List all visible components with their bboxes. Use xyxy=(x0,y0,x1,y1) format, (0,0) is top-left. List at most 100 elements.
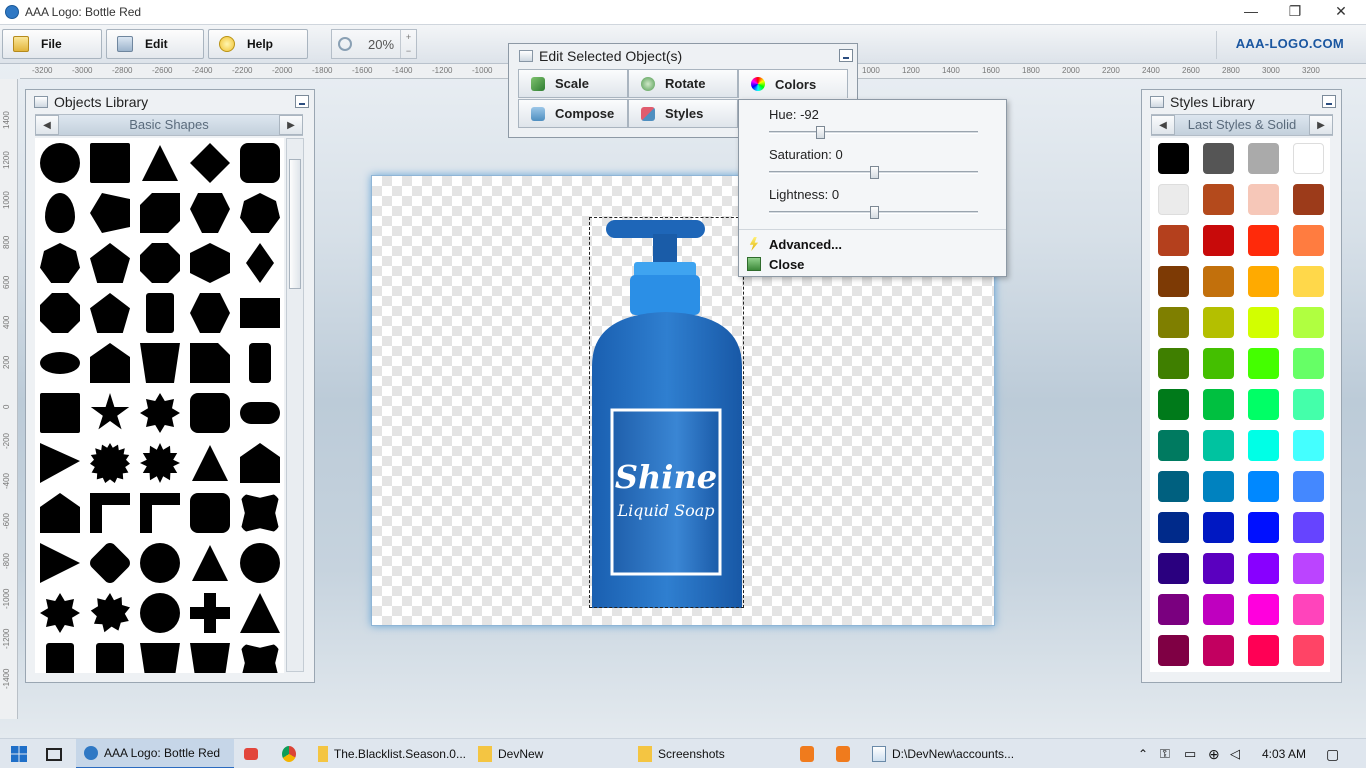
language-icon[interactable]: ⊕ xyxy=(1208,739,1220,768)
shape-burst-icon[interactable] xyxy=(90,443,130,483)
notifications-icon[interactable]: ▢ xyxy=(1326,739,1339,768)
shape-cut-square-icon[interactable] xyxy=(190,343,230,383)
prev-category-button[interactable]: ◀ xyxy=(35,115,59,135)
minimize-button[interactable]: — xyxy=(1228,0,1274,24)
style-swatch[interactable] xyxy=(1158,143,1189,174)
shape-cloud-icon[interactable] xyxy=(240,543,280,583)
compose-button[interactable]: Compose xyxy=(518,99,628,128)
shape-pill-icon[interactable] xyxy=(240,402,280,424)
style-swatch[interactable] xyxy=(1203,430,1234,461)
style-swatch[interactable] xyxy=(1293,266,1324,297)
shape-rect-tall-icon[interactable] xyxy=(96,643,124,673)
edit-menu-button[interactable]: Edit xyxy=(106,29,204,59)
shape-trapezoid-icon[interactable] xyxy=(140,643,180,673)
shape-flower-icon[interactable] xyxy=(140,593,180,633)
zoom-control[interactable]: 20% + − xyxy=(331,29,417,59)
shape-octagon-icon[interactable] xyxy=(40,293,80,333)
style-swatch[interactable] xyxy=(1248,430,1279,461)
style-category-selector[interactable]: ◀ Last Styles & Solid ▶ xyxy=(1151,114,1333,136)
style-swatch[interactable] xyxy=(1248,348,1279,379)
shape-pie-icon[interactable] xyxy=(40,443,80,483)
style-swatch[interactable] xyxy=(1293,430,1324,461)
style-swatch[interactable] xyxy=(1203,553,1234,584)
zoom-stepper[interactable]: + − xyxy=(400,30,416,58)
shape-rounded-diamond-icon[interactable] xyxy=(87,540,133,586)
shape-heptagon-icon[interactable] xyxy=(240,193,280,233)
style-swatch[interactable] xyxy=(1158,471,1189,502)
style-swatch[interactable] xyxy=(1248,512,1279,543)
style-swatch[interactable] xyxy=(1158,553,1189,584)
shape-l-shape-icon[interactable] xyxy=(90,493,130,533)
taskbar-item-devnew[interactable]: DevNew xyxy=(474,739,626,768)
shape-flower-icon[interactable] xyxy=(140,543,180,583)
hue-slider-knob[interactable] xyxy=(816,126,826,139)
shape-rect-tall-icon[interactable] xyxy=(146,293,174,333)
styles-library-minimize-button[interactable] xyxy=(1322,95,1336,108)
style-swatch[interactable] xyxy=(1203,471,1234,502)
style-swatch[interactable] xyxy=(1158,594,1189,625)
shape-octagon-icon[interactable] xyxy=(140,243,180,283)
style-swatch[interactable] xyxy=(1203,389,1234,420)
style-swatch[interactable] xyxy=(1248,184,1279,215)
zoom-out-button[interactable]: − xyxy=(406,46,411,56)
lightness-slider-knob[interactable] xyxy=(869,206,879,219)
next-category-button[interactable]: ▶ xyxy=(279,115,303,135)
style-swatch[interactable] xyxy=(1203,512,1234,543)
style-swatch[interactable] xyxy=(1248,389,1279,420)
style-swatch[interactable] xyxy=(1203,143,1234,174)
shape-rounded-square-icon[interactable] xyxy=(190,493,230,533)
style-swatch[interactable] xyxy=(1158,389,1189,420)
shape-concave-icon[interactable] xyxy=(240,493,280,533)
network-icon[interactable]: ⚿ xyxy=(1160,739,1170,768)
file-menu-button[interactable]: File xyxy=(2,29,102,59)
shape-rounded-square-icon[interactable] xyxy=(190,393,230,433)
shape-pentagon-tilt-icon[interactable] xyxy=(90,193,130,233)
shape-house-icon[interactable] xyxy=(90,343,130,383)
style-swatch[interactable] xyxy=(1158,348,1189,379)
style-swatch[interactable] xyxy=(1158,635,1189,666)
shape-pentagon-icon[interactable] xyxy=(90,243,130,283)
style-swatch[interactable] xyxy=(1203,225,1234,256)
style-swatch[interactable] xyxy=(1293,307,1324,338)
edit-dialog-minimize-button[interactable] xyxy=(839,49,853,62)
shape-shield-icon[interactable] xyxy=(190,193,230,233)
style-swatch[interactable] xyxy=(1248,553,1279,584)
task-view-button[interactable] xyxy=(42,739,66,768)
lightness-slider[interactable] xyxy=(769,206,978,219)
rotate-button[interactable]: Rotate xyxy=(628,69,738,98)
battery-icon[interactable]: ▭ xyxy=(1184,739,1196,768)
shape-rhombus-icon[interactable] xyxy=(246,243,274,283)
style-swatch[interactable] xyxy=(1293,594,1324,625)
shape-cross-icon[interactable] xyxy=(190,593,230,633)
style-swatch[interactable] xyxy=(1293,348,1324,379)
shape-star-icon[interactable] xyxy=(90,393,130,430)
taskbar-chrome-app[interactable] xyxy=(282,739,304,768)
shape-cube-icon[interactable] xyxy=(190,243,230,283)
shape-circle-icon[interactable] xyxy=(40,143,80,183)
taskbar-xampp-app-2[interactable] xyxy=(836,739,858,768)
shape-trapezoid-icon[interactable] xyxy=(190,643,230,673)
taskbar-xampp-app[interactable] xyxy=(800,739,822,768)
style-swatch[interactable] xyxy=(1158,307,1189,338)
shape-hexagon-icon[interactable] xyxy=(190,293,230,333)
style-swatch[interactable] xyxy=(1158,225,1189,256)
style-swatch[interactable] xyxy=(1248,266,1279,297)
style-swatch[interactable] xyxy=(1203,266,1234,297)
shape-category-selector[interactable]: ◀ Basic Shapes ▶ xyxy=(35,114,303,136)
taskbar-item-aaa-logo[interactable]: AAA Logo: Bottle Red xyxy=(76,739,234,768)
shape-square-icon[interactable] xyxy=(90,143,130,183)
taskbar-item-notepad[interactable]: D:\DevNew\accounts... xyxy=(868,739,1024,768)
style-swatch[interactable] xyxy=(1248,594,1279,625)
shape-house-icon[interactable] xyxy=(40,493,80,533)
brand-link[interactable]: AAA-LOGO.COM xyxy=(1236,36,1344,51)
taskbar-item-screenshots[interactable]: Screenshots xyxy=(634,739,786,768)
style-swatch[interactable] xyxy=(1293,471,1324,502)
scale-button[interactable]: Scale xyxy=(518,69,628,98)
style-swatch[interactable] xyxy=(1248,225,1279,256)
shapes-scrollbar[interactable] xyxy=(286,138,304,672)
style-swatch[interactable] xyxy=(1248,307,1279,338)
style-swatch[interactable] xyxy=(1158,430,1189,461)
prev-style-category-button[interactable]: ◀ xyxy=(1151,115,1175,135)
shape-hexagon-tilt-icon[interactable] xyxy=(140,193,180,233)
help-menu-button[interactable]: Help xyxy=(208,29,308,59)
